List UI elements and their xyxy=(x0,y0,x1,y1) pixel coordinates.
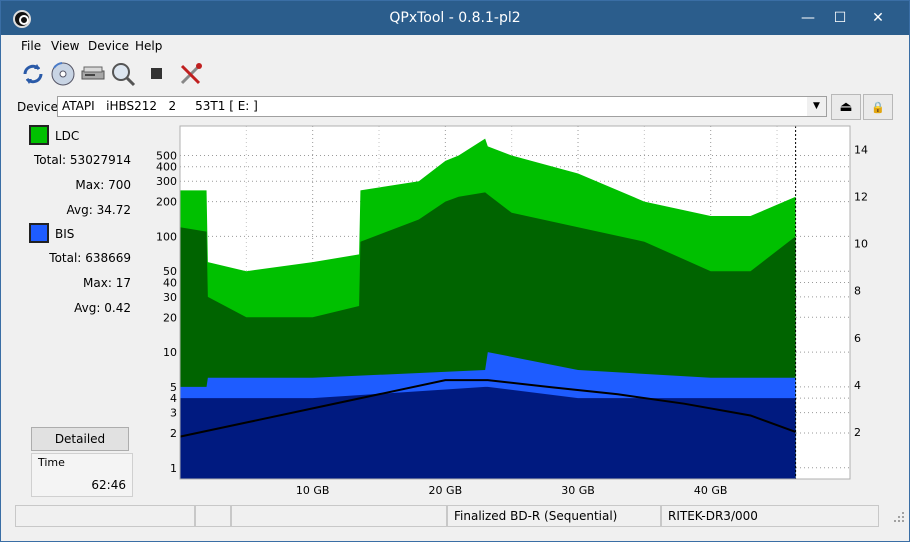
ldc-max-label: Max: xyxy=(75,178,105,192)
device-bar: Device: ATAPI iHBS212 2 53T1 [ E: ] ▼ ⏏ … xyxy=(1,94,909,120)
ldc-swatch[interactable] xyxy=(29,125,49,145)
chevron-down-icon[interactable]: ▼ xyxy=(807,97,826,116)
menu-device[interactable]: Device xyxy=(88,39,129,53)
stop-icon[interactable] xyxy=(143,60,171,88)
ldc-total: Total: 53027914 xyxy=(11,153,131,167)
bis-total-label: Total: xyxy=(49,251,82,265)
ldc-avg-label: Avg: xyxy=(66,203,93,217)
bis-avg-value: 0.42 xyxy=(104,301,131,315)
lock-button[interactable]: 🔒 xyxy=(863,94,893,120)
y-left-tick-label: 100 xyxy=(156,230,177,243)
bis-max-value: 17 xyxy=(115,276,131,290)
status-bar: Finalized BD-R (Sequential) RITEK-DR3/00… xyxy=(15,505,904,529)
lock-icon: 🔒 xyxy=(871,101,885,114)
y-left-tick-label: 500 xyxy=(156,150,177,163)
y-left-tick-label: 3 xyxy=(170,407,177,420)
y-right-tick-label: 10 xyxy=(854,238,868,251)
resize-grip-icon[interactable] xyxy=(893,511,905,523)
error-chart: 1234510203040501002003004005002468101214… xyxy=(156,125,868,497)
stats-panel: LDC Total: 53027914 Max: 700 Avg: 34.72 … xyxy=(15,123,139,501)
ldc-label: LDC xyxy=(55,129,80,143)
y-left-tick-label: 4 xyxy=(170,392,177,405)
bis-label: BIS xyxy=(55,227,75,241)
device-select[interactable]: ATAPI iHBS212 2 53T1 [ E: ] xyxy=(57,96,827,117)
scan-icon[interactable] xyxy=(109,60,137,88)
bis-total-value: 638669 xyxy=(85,251,131,265)
status-cell-2 xyxy=(195,505,231,527)
ldc-avg: Avg: 34.72 xyxy=(11,203,131,217)
app-window: QPxTool - 0.8.1-pl2 — ☐ ✕ File View Devi… xyxy=(0,0,910,542)
bis-max: Max: 17 xyxy=(11,276,131,290)
status-cell-1 xyxy=(15,505,195,527)
bis-total: Total: 638669 xyxy=(11,251,131,265)
status-cell-3 xyxy=(231,505,447,527)
y-left-tick-label: 20 xyxy=(163,311,177,324)
status-disc-type: Finalized BD-R (Sequential) xyxy=(447,505,661,527)
toolbar xyxy=(1,57,909,91)
y-left-tick-label: 5 xyxy=(170,381,177,394)
x-tick-label: 30 GB xyxy=(561,484,595,497)
bis-avg-area xyxy=(180,386,796,479)
ldc-total-value: 53027914 xyxy=(69,153,131,167)
x-tick-label: 40 GB xyxy=(694,484,728,497)
ldc-avg-value: 34.72 xyxy=(96,203,131,217)
refresh-icon[interactable] xyxy=(19,60,47,88)
y-right-tick-label: 4 xyxy=(854,379,861,392)
y-right-tick-label: 8 xyxy=(854,285,861,298)
x-tick-label: 20 GB xyxy=(429,484,463,497)
ldc-max-value: 700 xyxy=(108,178,131,192)
menu-bar: File View Device Help xyxy=(1,35,909,57)
time-value: 62:46 xyxy=(91,478,126,492)
maximize-button[interactable]: ☐ xyxy=(823,7,857,29)
y-left-tick-label: 200 xyxy=(156,196,177,209)
y-left-tick-label: 10 xyxy=(163,346,177,359)
minimize-button[interactable]: — xyxy=(791,7,825,29)
disc-icon[interactable] xyxy=(49,60,77,88)
menu-help[interactable]: Help xyxy=(135,39,162,53)
menu-file[interactable]: File xyxy=(21,39,41,53)
eject-button[interactable]: ⏏ xyxy=(831,94,861,120)
y-right-tick-label: 2 xyxy=(854,426,861,439)
y-right-tick-label: 6 xyxy=(854,332,861,345)
chart-area: 1 2 3 4 5 10 20 30 40 50 100 200 300 400 500 2 4 6 8 10 12 14… xyxy=(141,123,897,503)
y-right-tick-label: 14 xyxy=(854,144,868,157)
eject-icon: ⏏ xyxy=(839,99,853,115)
time-label: Time xyxy=(38,456,65,469)
x-tick-label: 10 GB xyxy=(296,484,330,497)
device-label: Device: xyxy=(17,100,63,114)
time-box: Time 62:46 xyxy=(31,453,133,497)
bis-avg-label: Avg: xyxy=(74,301,101,315)
bis-avg: Avg: 0.42 xyxy=(11,301,131,315)
y-left-tick-label: 2 xyxy=(170,427,177,440)
drive-icon[interactable] xyxy=(79,60,107,88)
close-button[interactable]: ✕ xyxy=(861,7,895,29)
window-title: QPxTool - 0.8.1-pl2 xyxy=(389,10,521,26)
menu-view[interactable]: View xyxy=(51,39,79,53)
bis-max-label: Max: xyxy=(83,276,112,290)
y-left-tick-label: 400 xyxy=(156,161,177,174)
y-left-tick-label: 50 xyxy=(163,265,177,278)
y-left-tick-label: 40 xyxy=(163,276,177,289)
device-select-value: ATAPI iHBS212 2 53T1 [ E: ] xyxy=(62,99,258,113)
title-bar[interactable]: QPxTool - 0.8.1-pl2 — ☐ ✕ xyxy=(1,1,909,35)
status-media-id: RITEK-DR3/000 xyxy=(661,505,879,527)
ldc-max: Max: 700 xyxy=(11,178,131,192)
detailed-button[interactable]: Detailed xyxy=(31,427,129,451)
bis-swatch[interactable] xyxy=(29,223,49,243)
y-left-tick-label: 1 xyxy=(170,462,177,475)
tools-icon[interactable] xyxy=(177,60,205,88)
y-left-tick-label: 30 xyxy=(163,291,177,304)
ldc-total-label: Total: xyxy=(34,153,67,167)
y-right-tick-label: 12 xyxy=(854,191,868,204)
y-left-tick-label: 300 xyxy=(156,175,177,188)
